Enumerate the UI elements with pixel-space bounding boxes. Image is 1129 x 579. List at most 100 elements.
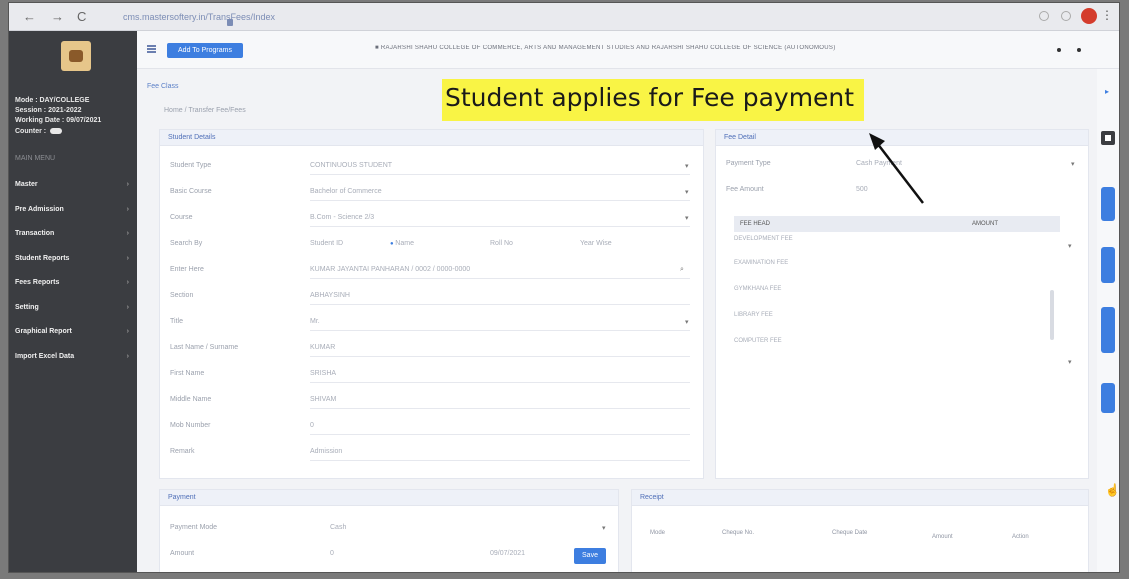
chevron-right-icon: › xyxy=(126,230,129,237)
field-underline xyxy=(310,330,690,331)
sidebar-item-label: Master xyxy=(15,181,38,188)
chevron-right-icon: › xyxy=(126,254,129,262)
settings-square-icon[interactable] xyxy=(1101,131,1115,145)
field-last-name[interactable]: Last Name / Surname KUMAR xyxy=(170,344,690,358)
field-value: Mr. xyxy=(310,318,320,325)
field-first-name[interactable]: First Name SRISHA xyxy=(170,370,690,384)
chevron-down-icon: ▾ xyxy=(685,319,689,326)
chevron-down-icon: ▾ xyxy=(685,189,689,196)
field-section[interactable]: Section ABHAYSINH xyxy=(170,292,690,306)
field-label: Payment Type xyxy=(726,160,771,167)
field-middle-name[interactable]: Middle Name SHIVAM xyxy=(170,396,690,410)
side-action-button[interactable] xyxy=(1101,383,1115,413)
field-basic-course[interactable]: Basic Course Bachelor of Commerce ▾ xyxy=(170,188,690,202)
fee-details-panel: Fee Detail Payment Type Cash Payment ▾ F… xyxy=(715,129,1089,479)
user-menu-dot-icon[interactable] xyxy=(1077,48,1081,52)
sidebar-item-setting[interactable]: Setting › xyxy=(9,296,137,321)
field-value: Cash xyxy=(330,524,347,531)
field-fee-amount[interactable]: Fee Amount 500 xyxy=(726,186,1076,200)
profile-avatar-icon[interactable] xyxy=(1081,8,1097,24)
side-action-button[interactable] xyxy=(1101,307,1115,353)
field-label: Remark xyxy=(170,448,195,455)
field-title[interactable]: Title Mr. ▾ xyxy=(170,318,690,332)
field-label: Last Name / Surname xyxy=(170,344,239,351)
breadcrumb[interactable]: Home / Transfer Fee/Fees xyxy=(164,107,246,114)
field-label: Course xyxy=(170,214,193,221)
field-label: First Name xyxy=(170,370,205,377)
address-bar[interactable]: cms.mastersoftery.in/TransFees/Index xyxy=(109,9,989,26)
sidebar-item-label: Graphical Report xyxy=(15,328,72,335)
search-icon[interactable] xyxy=(1039,11,1049,21)
field-underline xyxy=(310,226,690,227)
field-value: B.Com - Science 2/3 xyxy=(310,214,375,221)
radio-roll-no[interactable]: Roll No xyxy=(490,240,513,247)
sidebar-item-pre-admission[interactable]: Pre Admission › xyxy=(9,198,137,223)
sidebar-mode: Mode : DAY/COLLEGE xyxy=(15,97,90,104)
field-label: Enter Here xyxy=(170,266,204,273)
field-payment-type[interactable]: Payment Type Cash Payment ▾ xyxy=(726,160,1076,174)
field-remark[interactable]: Remark Admission xyxy=(170,448,690,462)
sidebar-item-transaction[interactable]: Transaction › xyxy=(9,222,137,247)
sidebar-item-master[interactable]: Master › xyxy=(9,173,137,198)
search-icon[interactable]: ⌕ xyxy=(680,266,684,274)
field-enter-here[interactable]: Enter Here KUMAR JAYANTAI PANHARAN / 000… xyxy=(170,266,690,280)
field-label: Mob Number xyxy=(170,422,211,429)
field-label: Section xyxy=(170,292,194,299)
star-icon[interactable] xyxy=(1061,11,1071,21)
radio-student-id[interactable]: Student ID xyxy=(310,240,343,247)
field-value: SHIVAM xyxy=(310,396,337,403)
list-item: COMPUTER FEE xyxy=(734,338,782,344)
field-value: Bachelor of Commerce xyxy=(310,188,382,195)
sidebar-item-student-reports[interactable]: Student Reports › xyxy=(9,247,137,272)
receipt-col-action: Action xyxy=(1012,534,1029,540)
field-payment-mode[interactable]: Payment Mode Cash ▾ xyxy=(170,524,610,538)
lock-icon xyxy=(227,19,233,26)
reload-icon[interactable]: C xyxy=(77,9,86,24)
fee-list-scrollbar[interactable] xyxy=(1050,290,1054,340)
back-icon[interactable]: ← xyxy=(23,9,36,24)
sidebar-item-import-excel-data[interactable]: Import Excel Data › xyxy=(9,345,137,370)
field-amount[interactable]: Amount 0 09/07/2021 xyxy=(170,550,610,564)
field-value: Cash Payment xyxy=(856,160,902,167)
chevron-down-icon[interactable]: ▾ xyxy=(1068,358,1072,366)
sidebar-item-fees-reports[interactable]: Fees Reports › xyxy=(9,271,137,296)
side-action-button[interactable] xyxy=(1101,247,1115,283)
field-label: Basic Course xyxy=(170,188,212,195)
browser-menu-icon[interactable]: ⋮ xyxy=(1101,8,1113,22)
sidebar-item-label: Pre Admission xyxy=(15,205,64,213)
field-underline xyxy=(310,408,690,409)
field-student-type[interactable]: Student Type CONTINUOUS STUDENT ▾ xyxy=(170,162,690,176)
field-value: 0 xyxy=(330,550,334,557)
fee-details-header: Fee Detail xyxy=(716,130,1088,146)
list-item: EXAMINATION FEE xyxy=(734,260,789,266)
college-name: ■ RAJARSHI SHAHU COLLEGE OF COMMERCE, AR… xyxy=(375,45,836,51)
expand-icon[interactable]: ▸ xyxy=(1105,87,1109,96)
sidebar-item-label: Transaction xyxy=(15,230,55,237)
counter-toggle[interactable] xyxy=(50,128,63,135)
notification-dot-icon[interactable] xyxy=(1057,48,1061,52)
field-value: ABHAYSINH xyxy=(310,292,350,299)
chevron-right-icon: › xyxy=(126,328,129,335)
counter-label: Counter : xyxy=(15,128,47,135)
add-to-programs-button[interactable]: Add To Programs xyxy=(167,43,243,58)
side-action-button[interactable] xyxy=(1101,187,1115,221)
hamburger-menu-icon[interactable] xyxy=(147,45,156,53)
amount-column: AMOUNT xyxy=(972,221,998,227)
sidebar-item-label: Setting xyxy=(15,303,39,311)
radio-year-wise[interactable]: Year Wise xyxy=(580,240,612,247)
chevron-down-icon[interactable]: ▾ xyxy=(1068,242,1072,250)
field-underline xyxy=(310,278,690,279)
sidebar-item-label: Import Excel Data xyxy=(15,352,75,360)
list-item: GYMKHANA FEE xyxy=(734,286,782,292)
chevron-right-icon: › xyxy=(126,303,129,311)
sidebar-item-graphical-report[interactable]: Graphical Report › xyxy=(9,320,137,345)
radio-name[interactable]: Name xyxy=(390,240,414,247)
forward-icon[interactable]: → xyxy=(51,9,64,24)
field-underline xyxy=(310,460,690,461)
field-mob-number[interactable]: Mob Number 0 xyxy=(170,422,690,436)
save-button[interactable]: Save xyxy=(574,548,606,564)
payment-date[interactable]: 09/07/2021 xyxy=(490,550,525,557)
field-course[interactable]: Course B.Com - Science 2/3 ▾ xyxy=(170,214,690,228)
field-underline xyxy=(310,304,690,305)
payment-panel: Payment Payment Mode Cash ▾ Amount 0 09/… xyxy=(159,489,619,572)
